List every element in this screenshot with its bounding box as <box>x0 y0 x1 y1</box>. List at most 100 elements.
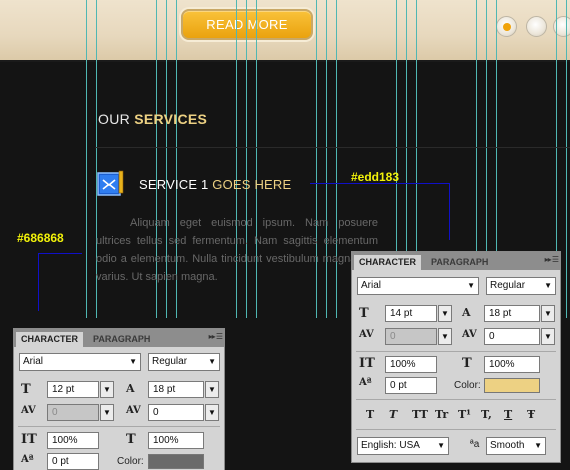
divider <box>95 147 570 148</box>
all-caps-button[interactable]: TT <box>412 408 428 421</box>
color-label: Color: <box>454 380 481 391</box>
chevron-down-icon[interactable]: ▼ <box>541 305 555 322</box>
leading-field[interactable]: 18 pt <box>484 305 540 322</box>
section-title-prefix: OUR <box>98 111 131 127</box>
baseline-shift-icon: Aª <box>359 377 372 388</box>
font-family-select[interactable]: Arial ▼ <box>19 353 141 371</box>
tab-paragraph[interactable]: PARAGRAPH <box>426 255 493 270</box>
vertical-scale-field[interactable]: 100% <box>47 432 99 449</box>
canvas: READ MORE OUR SERVICES SERVICE 1 GOES HE… <box>0 0 570 470</box>
chevron-down-icon[interactable]: ▼ <box>100 381 114 398</box>
section-title-accent: SERVICES <box>134 111 208 127</box>
chevron-down-icon[interactable]: ▼ <box>541 328 555 345</box>
panel-tabs: CHARACTER PARAGRAPH ▸▸ ☰ <box>352 252 560 270</box>
chevron-down-icon[interactable]: ▼ <box>438 305 452 322</box>
kerning-icon: AV <box>359 329 374 340</box>
panel-tabs: CHARACTER PARAGRAPH ▸▸ ☰ <box>14 329 224 347</box>
guide-line <box>566 0 567 318</box>
title-color-annotation: #edd183 <box>351 170 400 184</box>
chevron-down-icon: ▼ <box>467 281 475 290</box>
language-value: English: USA <box>361 440 420 451</box>
font-family-select[interactable]: Arial ▼ <box>357 277 479 295</box>
service-title-prefix: SERVICE 1 <box>139 177 209 192</box>
annotation-line <box>310 183 450 184</box>
underline-button[interactable]: T <box>504 408 512 421</box>
baseline-shift-field[interactable]: 0 pt <box>385 377 437 394</box>
slider-dot-2[interactable] <box>526 16 547 37</box>
chevron-down-icon: ▼ <box>534 441 542 450</box>
chevron-down-icon[interactable]: ▼ <box>438 328 452 345</box>
baseline-shift-icon: Aª <box>21 454 34 465</box>
font-family-value: Arial <box>361 280 382 291</box>
annotation-line <box>449 183 450 240</box>
read-more-button[interactable]: READ MORE <box>181 9 313 40</box>
divider <box>18 426 220 427</box>
antialias-select[interactable]: Smooth ▼ <box>486 437 546 455</box>
divider <box>356 399 556 400</box>
vertical-scale-icon: IT <box>21 432 37 447</box>
antialias-icon: ªa <box>470 439 480 450</box>
color-label: Color: <box>117 456 144 467</box>
text-style-buttons: T T TT Tr T¹ T, T Ŧ <box>366 408 551 422</box>
kerning-field[interactable]: 0 <box>47 404 99 421</box>
font-size-field[interactable]: 14 pt <box>385 305 437 322</box>
annotation-line <box>38 253 82 254</box>
faux-italic-button[interactable]: T <box>389 408 397 421</box>
horizontal-scale-field[interactable]: 100% <box>148 432 204 449</box>
vertical-scale-field[interactable]: 100% <box>385 356 437 373</box>
character-panel-text: CHARACTER PARAGRAPH ▸▸ ☰ Arial ▼ Regular ▼… <box>13 328 225 470</box>
annotation-line <box>38 253 39 311</box>
antialias-value: Smooth <box>490 440 525 451</box>
chevron-down-icon: ▼ <box>437 441 445 450</box>
leading-icon: A <box>126 382 135 395</box>
tab-character[interactable]: CHARACTER <box>354 255 421 270</box>
tab-paragraph[interactable]: PARAGRAPH <box>88 332 155 347</box>
font-family-value: Arial <box>23 356 44 367</box>
chevron-down-icon: ▼ <box>544 281 552 290</box>
leading-field[interactable]: 18 pt <box>148 381 204 398</box>
chevron-down-icon: ▼ <box>129 357 137 366</box>
font-size-field[interactable]: 12 pt <box>47 381 99 398</box>
service-description: Aliquam eget euismod ipsum. Nam posuere … <box>96 217 378 283</box>
language-select[interactable]: English: USA ▼ <box>357 437 449 455</box>
tab-character[interactable]: CHARACTER <box>16 332 83 347</box>
vertical-scale-icon: IT <box>359 356 375 371</box>
font-size-icon: T <box>359 306 369 321</box>
horizontal-scale-icon: T <box>462 356 472 371</box>
service-title-accent: GOES HERE <box>212 177 292 192</box>
font-style-select[interactable]: Regular ▼ <box>486 277 556 295</box>
kerning-icon: AV <box>21 405 36 416</box>
chevron-down-icon: ▼ <box>208 357 216 366</box>
font-style-value: Regular <box>152 356 188 367</box>
chevron-down-icon[interactable]: ▼ <box>100 404 114 421</box>
section-title: OUR SERVICES <box>98 111 207 127</box>
chevron-down-icon[interactable]: ▼ <box>205 381 219 398</box>
color-swatch[interactable] <box>484 378 540 393</box>
tracking-icon: AV <box>462 329 477 340</box>
divider <box>356 351 556 352</box>
horizontal-scale-icon: T <box>126 432 136 447</box>
panel-menu-icon[interactable]: ▸▸ ☰ <box>545 255 559 264</box>
chevron-down-icon[interactable]: ▼ <box>205 404 219 421</box>
horizontal-scale-field[interactable]: 100% <box>484 356 540 373</box>
superscript-button[interactable]: T¹ <box>458 408 471 421</box>
service-icon <box>97 170 124 196</box>
font-style-select[interactable]: Regular ▼ <box>148 353 220 371</box>
kerning-field[interactable]: 0 <box>385 328 437 345</box>
antialias-label: a <box>473 439 480 450</box>
slider-dot-1[interactable] <box>496 16 517 37</box>
font-size-icon: T <box>21 382 31 397</box>
tracking-field[interactable]: 0 <box>148 404 204 421</box>
text-color-annotation: #686868 <box>17 231 64 245</box>
service-title: SERVICE 1 GOES HERE <box>139 177 291 192</box>
strikethrough-button[interactable]: Ŧ <box>527 408 535 421</box>
faux-bold-button[interactable]: T <box>366 408 374 421</box>
panel-menu-icon[interactable]: ▸▸ ☰ <box>209 332 223 341</box>
baseline-shift-field[interactable]: 0 pt <box>47 453 99 470</box>
tracking-field[interactable]: 0 <box>484 328 540 345</box>
divider <box>356 429 556 430</box>
small-caps-button[interactable]: Tr <box>435 408 448 421</box>
character-panel-title: CHARACTER PARAGRAPH ▸▸ ☰ Arial ▼ Regular ▼… <box>351 251 561 463</box>
color-swatch[interactable] <box>148 454 204 469</box>
subscript-button[interactable]: T, <box>481 408 492 421</box>
